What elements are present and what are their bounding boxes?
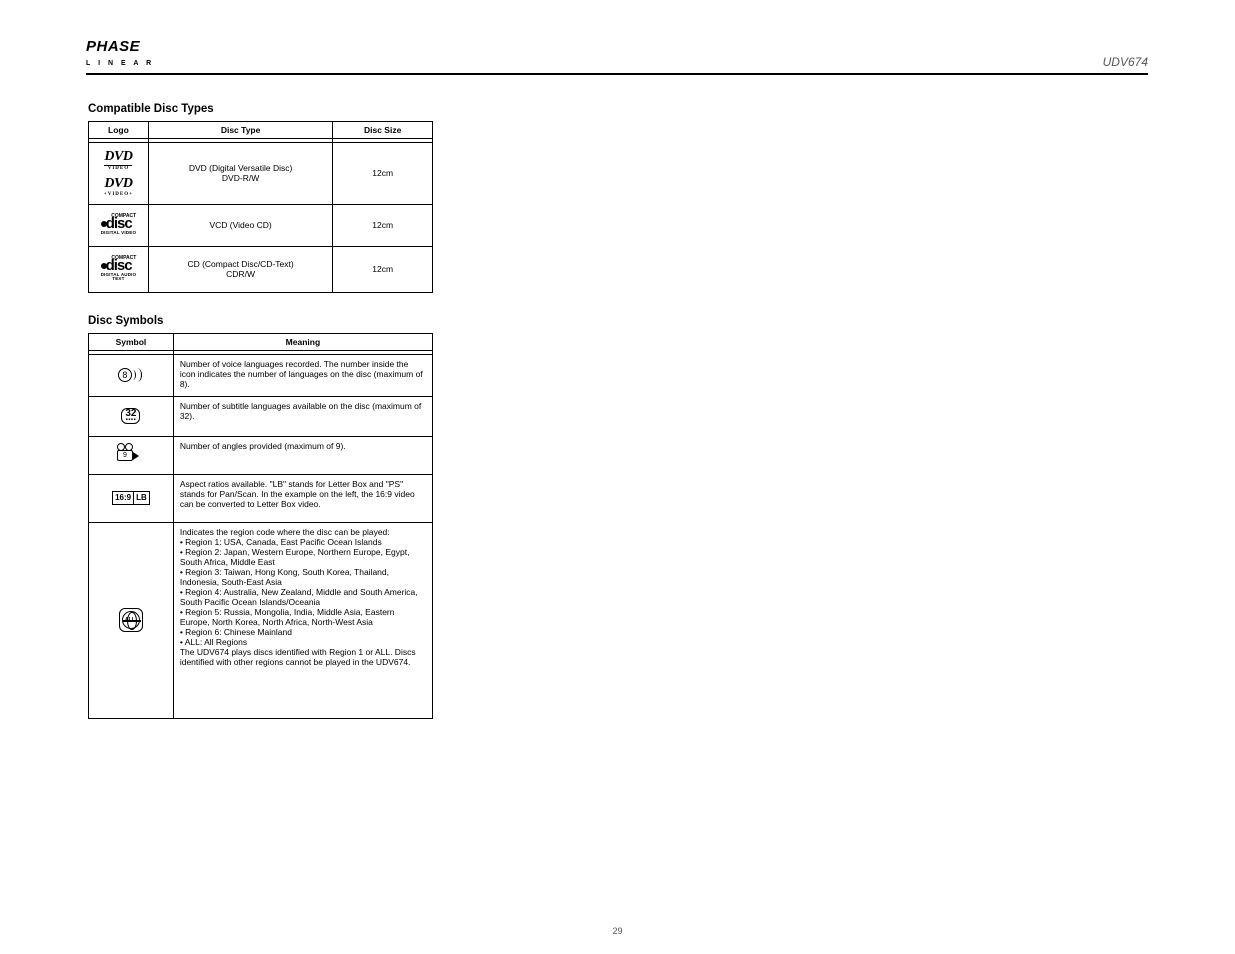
t2-r4-meaning: Indicates the region code where the disc… bbox=[173, 522, 432, 718]
table-row: 16:9LB Aspect ratios available. "LB" sta… bbox=[89, 474, 433, 522]
table-row: 32▪▪▪▪ Number of subtitle languages avai… bbox=[89, 396, 433, 436]
t1-r1-size: 12cm bbox=[333, 204, 433, 246]
t1-r1-type: VCD (Video CD) bbox=[148, 204, 332, 246]
page-header: PHASE L I N E A R UDV674 bbox=[86, 40, 1148, 75]
cd-text-icon: COMPACT disc DIGITAL AUDIO TEXT bbox=[101, 256, 137, 281]
vcd-logo-cell: COMPACT disc DIGITAL VIDEO bbox=[89, 204, 149, 246]
t1-header-type: Disc Type bbox=[148, 121, 332, 138]
t1-r2-size: 12cm bbox=[333, 246, 433, 292]
t1-r2-type: CD (Compact Disc/CD-Text) CDR/W bbox=[148, 246, 332, 292]
section2-title: Disc Symbols bbox=[88, 315, 1148, 327]
aspect-symbol: 16:9LB bbox=[89, 474, 174, 522]
t2-r0-meaning: Number of voice languages recorded. The … bbox=[173, 354, 432, 396]
brand-logo: PHASE L I N E A R bbox=[86, 40, 154, 69]
header-model: UDV674 bbox=[1103, 55, 1148, 69]
aspect-ratio-icon: 16:9LB bbox=[112, 491, 150, 505]
table-row: DVDVIDEO DVD+VIDEO+ DVD (Digital Versati… bbox=[89, 142, 433, 204]
table-row: ALL Indicates the region code where the … bbox=[89, 522, 433, 718]
section1-title: Compatible Disc Types bbox=[88, 103, 1148, 115]
table-row: COMPACT disc DIGITAL AUDIO TEXT CD (Comp… bbox=[89, 246, 433, 292]
t1-header-size: Disc Size bbox=[333, 121, 433, 138]
angles-symbol: 9 bbox=[89, 436, 174, 474]
audio-languages-symbol: 8 bbox=[89, 354, 174, 396]
page-number: 29 bbox=[0, 926, 1235, 936]
t1-r0-type: DVD (Digital Versatile Disc) DVD-R/W bbox=[148, 142, 332, 204]
logo-line2: L I N E A R bbox=[86, 60, 154, 67]
body: Compatible Disc Types Logo Disc Type Dis… bbox=[86, 85, 1148, 719]
dvd-logo-cell: DVDVIDEO DVD+VIDEO+ bbox=[89, 142, 149, 204]
t2-header-meaning: Meaning bbox=[173, 333, 432, 350]
t2-r2-meaning: Number of angles provided (maximum of 9)… bbox=[173, 436, 432, 474]
disc-types-table: Logo Disc Type Disc Size DVDVIDEO DVD+VI… bbox=[88, 121, 433, 293]
camera-icon: 9 bbox=[117, 446, 145, 462]
t2-r3-meaning: Aspect ratios available. "LB" stands for… bbox=[173, 474, 432, 522]
t1-header-logo: Logo bbox=[89, 121, 149, 138]
sound-arcs-icon bbox=[130, 368, 144, 382]
subtitle-symbol: 32▪▪▪▪ bbox=[89, 396, 174, 436]
subtitle-icon: 32▪▪▪▪ bbox=[121, 408, 140, 424]
region-symbol: ALL bbox=[89, 522, 174, 718]
table-row: 8 Number of voice languages recorded. Th… bbox=[89, 354, 433, 396]
table-row: 9 Number of angles provided (maximum of … bbox=[89, 436, 433, 474]
cd-logo-cell: COMPACT disc DIGITAL AUDIO TEXT bbox=[89, 246, 149, 292]
logo-line1: PHASE bbox=[86, 38, 140, 55]
vcd-icon: COMPACT disc DIGITAL VIDEO bbox=[101, 214, 136, 235]
globe-region-icon: ALL bbox=[119, 608, 143, 632]
dvd-rw-icon: DVD+VIDEO+ bbox=[104, 177, 133, 197]
dvd-video-icon: DVDVIDEO bbox=[104, 150, 132, 171]
disc-symbols-table: Symbol Meaning 8 Number of voice languag… bbox=[88, 333, 433, 719]
table-row: COMPACT disc DIGITAL VIDEO VCD (Video CD… bbox=[89, 204, 433, 246]
page-content: PHASE L I N E A R UDV674 Compatible Disc… bbox=[86, 40, 1148, 719]
t1-r0-size: 12cm bbox=[333, 142, 433, 204]
t2-r1-meaning: Number of subtitle languages available o… bbox=[173, 396, 432, 436]
t2-header-symbol: Symbol bbox=[89, 333, 174, 350]
